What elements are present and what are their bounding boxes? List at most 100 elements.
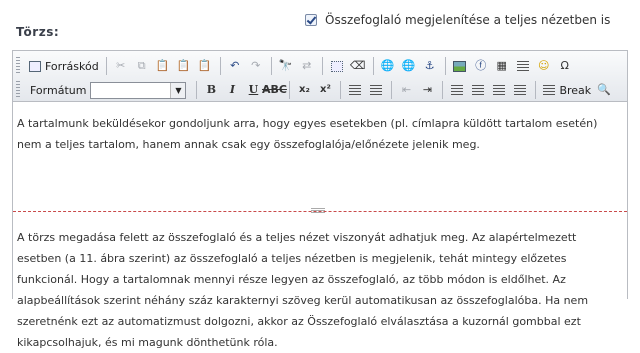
italic-icon: I — [229, 83, 236, 96]
toolbar-separator — [391, 81, 393, 99]
link-icon: 🌐 — [380, 59, 395, 72]
page-break-button[interactable]: Break — [540, 80, 593, 100]
bulleted-list-icon — [369, 83, 383, 97]
toolbar-separator — [289, 81, 291, 99]
numbered-list-button[interactable] — [345, 80, 365, 100]
align-left-icon — [450, 83, 464, 97]
copy-icon: ⧉ — [137, 59, 146, 72]
bold-button[interactable]: B — [201, 80, 221, 100]
toolbar-separator — [321, 57, 323, 75]
summary-toggle[interactable]: Összefoglaló megjelenítése a teljes néze… — [305, 12, 610, 28]
editor-toolbar: Forráskód ✂ ⧉ 📋 📋 📋 ↶ ↷ 🔭 ⇄ ⌫ 🌐 🌐 ⚓ ⓕ ▦ — [13, 51, 627, 102]
outdent-button[interactable]: ⇤ — [396, 80, 416, 100]
align-center-icon — [471, 83, 485, 97]
cut-button[interactable]: ✂ — [111, 56, 131, 76]
toolbar-separator — [444, 57, 446, 75]
format-select[interactable]: ▼ — [90, 81, 187, 99]
special-char-button[interactable]: Ω — [555, 56, 575, 76]
smiley-button[interactable]: ☺ — [534, 56, 554, 76]
page-break-label: Break — [559, 83, 592, 97]
indent-icon: ⇥ — [422, 83, 433, 96]
summary-checkbox[interactable] — [305, 14, 317, 26]
image-button[interactable] — [450, 56, 470, 76]
chevron-down-icon[interactable]: ▼ — [170, 82, 186, 98]
source-icon — [28, 59, 42, 73]
unlink-button[interactable]: 🌐 — [399, 56, 419, 76]
paste-word-icon: 📋 — [197, 59, 212, 72]
unlink-icon: 🌐 — [401, 59, 416, 72]
paste-button[interactable]: 📋 — [153, 56, 173, 76]
subscript-button[interactable]: x₂ — [294, 80, 314, 100]
horizontal-rule-button[interactable] — [513, 56, 533, 76]
italic-button[interactable]: I — [222, 80, 242, 100]
indent-button[interactable]: ⇥ — [417, 80, 437, 100]
toolbar-separator — [340, 81, 342, 99]
toolbar-grip-icon[interactable] — [16, 81, 20, 99]
underline-button[interactable]: U — [243, 80, 263, 100]
paste-text-icon: 📋 — [176, 59, 191, 72]
special-char-icon: Ω — [560, 59, 569, 72]
outdent-icon: ⇤ — [401, 83, 412, 96]
replace-button[interactable]: ⇄ — [297, 56, 317, 76]
paste-icon: 📋 — [155, 59, 170, 72]
cut-icon: ✂ — [116, 59, 126, 72]
bold-icon: B — [206, 83, 217, 96]
paste-text-button[interactable]: 📋 — [174, 56, 194, 76]
toolbar-separator — [105, 57, 107, 75]
flash-button[interactable]: ⓕ — [471, 56, 491, 76]
select-all-icon — [330, 59, 344, 73]
image-icon — [453, 59, 467, 73]
format-label: Formátum — [30, 83, 87, 97]
toolbar-row-1: Forráskód ✂ ⧉ 📋 📋 📋 ↶ ↷ 🔭 ⇄ ⌫ 🌐 🌐 ⚓ ⓕ ▦ — [16, 55, 576, 77]
preview-button[interactable]: 🔍 — [594, 80, 614, 100]
anchor-icon: ⚓ — [424, 59, 435, 72]
toolbar-separator — [196, 81, 198, 99]
toolbar-row-2: Formátum ▼ B I U ABC x₂ x² ⇤ ⇥ Break 🔍 — [16, 79, 615, 101]
link-button[interactable]: 🌐 — [378, 56, 398, 76]
strike-button[interactable]: ABC — [261, 80, 287, 100]
superscript-icon: x² — [320, 84, 331, 95]
remove-format-icon: ⌫ — [349, 59, 366, 72]
toolbar-separator — [270, 57, 272, 75]
toolbar-separator — [535, 81, 537, 99]
undo-icon: ↶ — [230, 59, 240, 72]
editor-content-area[interactable]: A tartalmunk beküldésekor gondoljunk arr… — [13, 101, 627, 349]
preview-icon: 🔍 — [597, 83, 612, 96]
paste-word-button[interactable]: 📋 — [195, 56, 215, 76]
divider-handle-icon[interactable] — [311, 208, 325, 214]
source-label: Forráskód — [45, 59, 99, 73]
anchor-button[interactable]: ⚓ — [420, 56, 440, 76]
align-left-button[interactable] — [447, 80, 467, 100]
align-right-button[interactable] — [489, 80, 509, 100]
replace-icon: ⇄ — [302, 59, 312, 72]
redo-button[interactable]: ↷ — [246, 56, 266, 76]
toolbar-grip-icon[interactable] — [16, 57, 20, 75]
strike-icon: ABC — [261, 83, 287, 96]
justify-button[interactable] — [510, 80, 530, 100]
page-break-icon — [542, 83, 556, 97]
toolbar-separator — [442, 81, 444, 99]
redo-icon: ↷ — [251, 59, 261, 72]
rich-text-editor: Forráskód ✂ ⧉ 📋 📋 📋 ↶ ↷ 🔭 ⇄ ⌫ 🌐 🌐 ⚓ ⓕ ▦ — [12, 50, 628, 349]
align-center-button[interactable] — [468, 80, 488, 100]
numbered-list-icon — [348, 83, 362, 97]
copy-button[interactable]: ⧉ — [132, 56, 152, 76]
flash-icon: ⓕ — [475, 59, 487, 72]
find-button[interactable]: 🔭 — [276, 56, 296, 76]
subscript-icon: x₂ — [299, 84, 310, 95]
body-paragraph: A törzs megadása felett az összefoglaló … — [17, 231, 589, 349]
source-button[interactable]: Forráskód — [26, 56, 101, 76]
remove-format-button[interactable]: ⌫ — [348, 56, 368, 76]
undo-button[interactable]: ↶ — [225, 56, 245, 76]
superscript-button[interactable]: x² — [315, 80, 335, 100]
table-icon: ▦ — [496, 59, 507, 72]
summary-checkbox-label: Összefoglaló megjelenítése a teljes néze… — [325, 13, 611, 27]
bulleted-list-button[interactable] — [366, 80, 386, 100]
justify-icon — [513, 83, 527, 97]
toolbar-separator — [219, 57, 221, 75]
table-button[interactable]: ▦ — [492, 56, 512, 76]
toolbar-separator — [372, 57, 374, 75]
align-right-icon — [492, 83, 506, 97]
select-all-button[interactable] — [327, 56, 347, 76]
find-icon: 🔭 — [278, 59, 293, 72]
